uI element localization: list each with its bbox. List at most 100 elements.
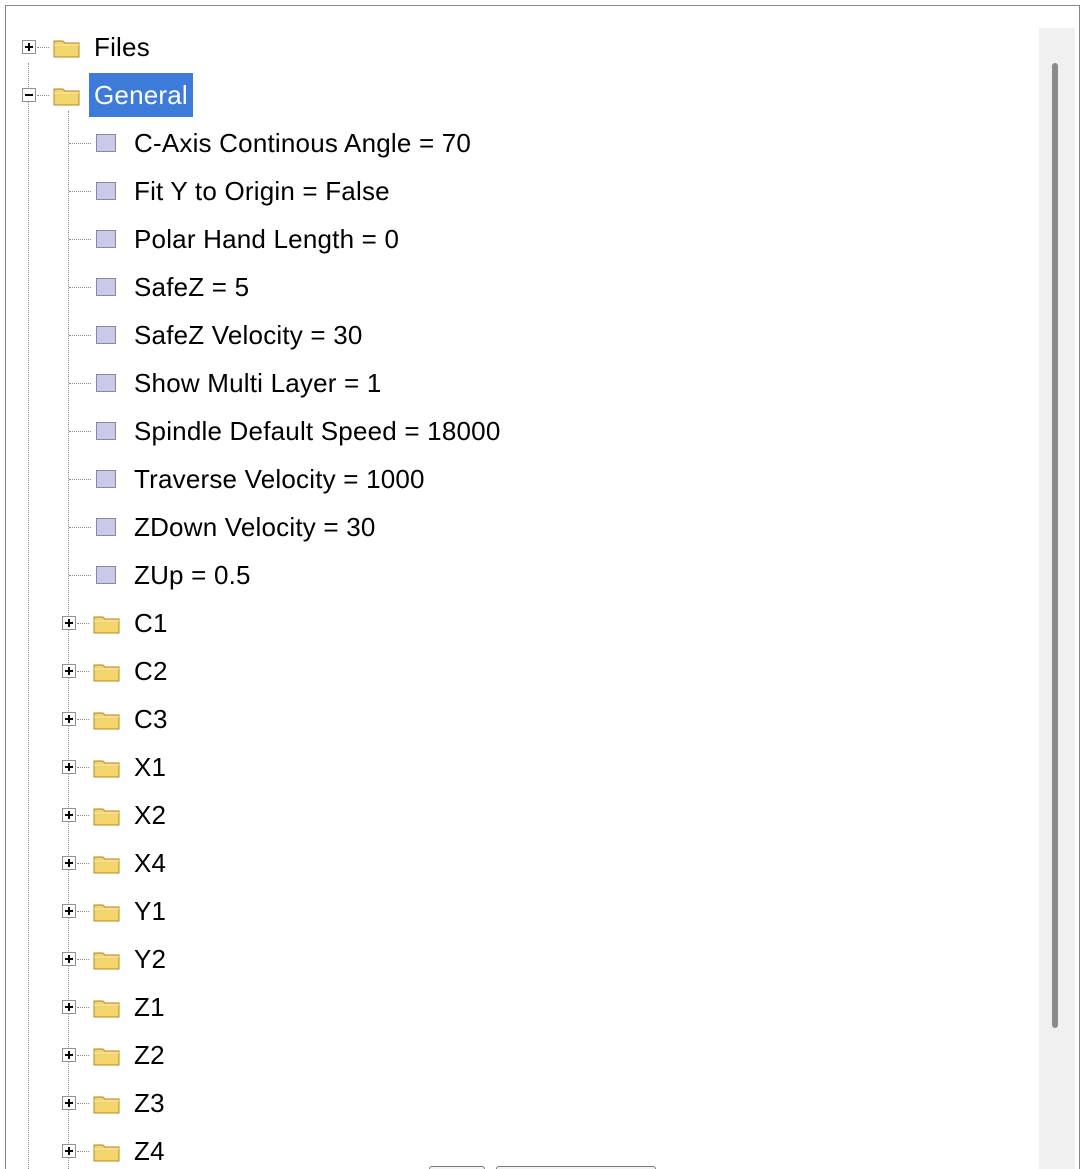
tree-line [77,1151,89,1152]
tree-item-files[interactable]: Files [6,23,606,71]
tree-item-label: Y1 [134,896,167,926]
tree-item-folder[interactable]: Z4 [6,1127,306,1169]
folder-icon [53,40,80,58]
setting-item[interactable]: C-Axis Continous Angle = 70 [6,119,706,167]
folder-icon [93,904,120,922]
tree-item-label: Z2 [134,1040,165,1070]
tree-item-label: C1 [134,608,168,638]
tree-line [69,575,91,576]
setting-label: Show Multi Layer = 1 [134,368,382,398]
expand-icon[interactable] [62,952,76,966]
tree-item-folder[interactable]: Z2 [6,1031,306,1079]
tree-item-folder[interactable]: X4 [6,839,306,887]
setting-item[interactable]: SafeZ Velocity = 30 [6,311,706,359]
scrollbar-thumb[interactable] [1052,63,1058,1028]
tree-line [37,47,49,48]
setting-label: Traverse Velocity = 1000 [134,464,425,494]
setting-item[interactable]: ZUp = 0.5 [6,551,706,599]
expand-icon[interactable] [62,904,76,918]
tree-item-folder[interactable]: Z1 [6,983,306,1031]
tree-item-folder[interactable]: Y2 [6,935,306,983]
setting-item[interactable]: Spindle Default Speed = 18000 [6,407,706,455]
tree-item-label: Z1 [134,992,165,1022]
tree-item-folder[interactable]: X1 [6,743,306,791]
expand-icon[interactable] [62,712,76,726]
tree-line [77,1103,89,1104]
tree-item-general[interactable]: General [6,71,606,119]
expand-icon[interactable] [62,760,76,774]
folder-icon [93,808,120,826]
expand-icon[interactable] [62,1096,76,1110]
tree-item-folder[interactable]: C1 [6,599,306,647]
folder-icon [93,952,120,970]
setting-icon [96,518,116,536]
tree-line [69,287,91,288]
tree-line [69,479,91,480]
expand-icon[interactable] [22,40,36,54]
setting-label: ZDown Velocity = 30 [134,512,376,542]
setting-item[interactable]: Fit Y to Origin = False [6,167,706,215]
expand-icon[interactable] [62,664,76,678]
vertical-scrollbar[interactable] [1039,28,1075,1169]
setting-item[interactable]: SafeZ = 5 [6,263,706,311]
setting-icon [96,374,116,392]
setting-label: ZUp = 0.5 [134,560,251,590]
tree-item-label: General [89,73,193,117]
setting-label: C-Axis Continous Angle = 70 [134,128,472,158]
folder-icon [93,1048,120,1066]
setting-label: Polar Hand Length = 0 [134,224,400,254]
folder-icon [93,664,120,682]
expand-icon[interactable] [62,856,76,870]
tree-line [69,527,91,528]
tree-item-label: C3 [134,704,168,734]
setting-label: SafeZ = 5 [134,272,250,302]
folder-icon [93,616,120,634]
tree-line [77,863,89,864]
tree-item-folder[interactable]: Y1 [6,887,306,935]
tree-line [77,1055,89,1056]
tree-item-folder[interactable]: X2 [6,791,306,839]
setting-icon [96,230,116,248]
setting-icon [96,566,116,584]
tree-line [69,239,91,240]
tree-line [77,815,89,816]
expand-icon[interactable] [62,616,76,630]
tree-item-label: X1 [134,752,167,782]
settings-tree[interactable]: Files General C-Axis Continous Angle = 7… [5,5,1080,1169]
tree-item-folder[interactable]: C2 [6,647,306,695]
setting-item[interactable]: Traverse Velocity = 1000 [6,455,706,503]
tree-line [77,959,89,960]
folder-icon [93,1096,120,1114]
tree-item-label: Y2 [134,944,167,974]
folder-icon [93,1144,120,1162]
expand-icon[interactable] [62,1000,76,1014]
setting-icon [96,182,116,200]
setting-item[interactable]: Show Multi Layer = 1 [6,359,706,407]
setting-icon [96,326,116,344]
setting-icon [96,422,116,440]
expand-icon[interactable] [62,1048,76,1062]
tree-line [77,911,89,912]
folder-icon [53,88,80,106]
tree-item-label: C2 [134,656,168,686]
tree-item-folder[interactable]: C3 [6,695,306,743]
tree-line [77,719,89,720]
setting-item[interactable]: Polar Hand Length = 0 [6,215,706,263]
setting-label: Fit Y to Origin = False [134,176,390,206]
expand-icon[interactable] [62,808,76,822]
folder-icon [93,712,120,730]
tree-item-label: X2 [134,800,167,830]
tree-line [77,1007,89,1008]
tree-line [69,431,91,432]
collapse-icon[interactable] [22,88,36,102]
tree-item-label: Z3 [134,1088,165,1118]
tree-line [77,623,89,624]
setting-item[interactable]: ZDown Velocity = 30 [6,503,706,551]
setting-icon [96,134,116,152]
setting-icon [96,278,116,296]
folder-icon [93,760,120,778]
tree-item-label: Files [94,32,150,62]
folder-icon [93,1000,120,1018]
expand-icon[interactable] [62,1144,76,1158]
tree-item-folder[interactable]: Z3 [6,1079,306,1127]
